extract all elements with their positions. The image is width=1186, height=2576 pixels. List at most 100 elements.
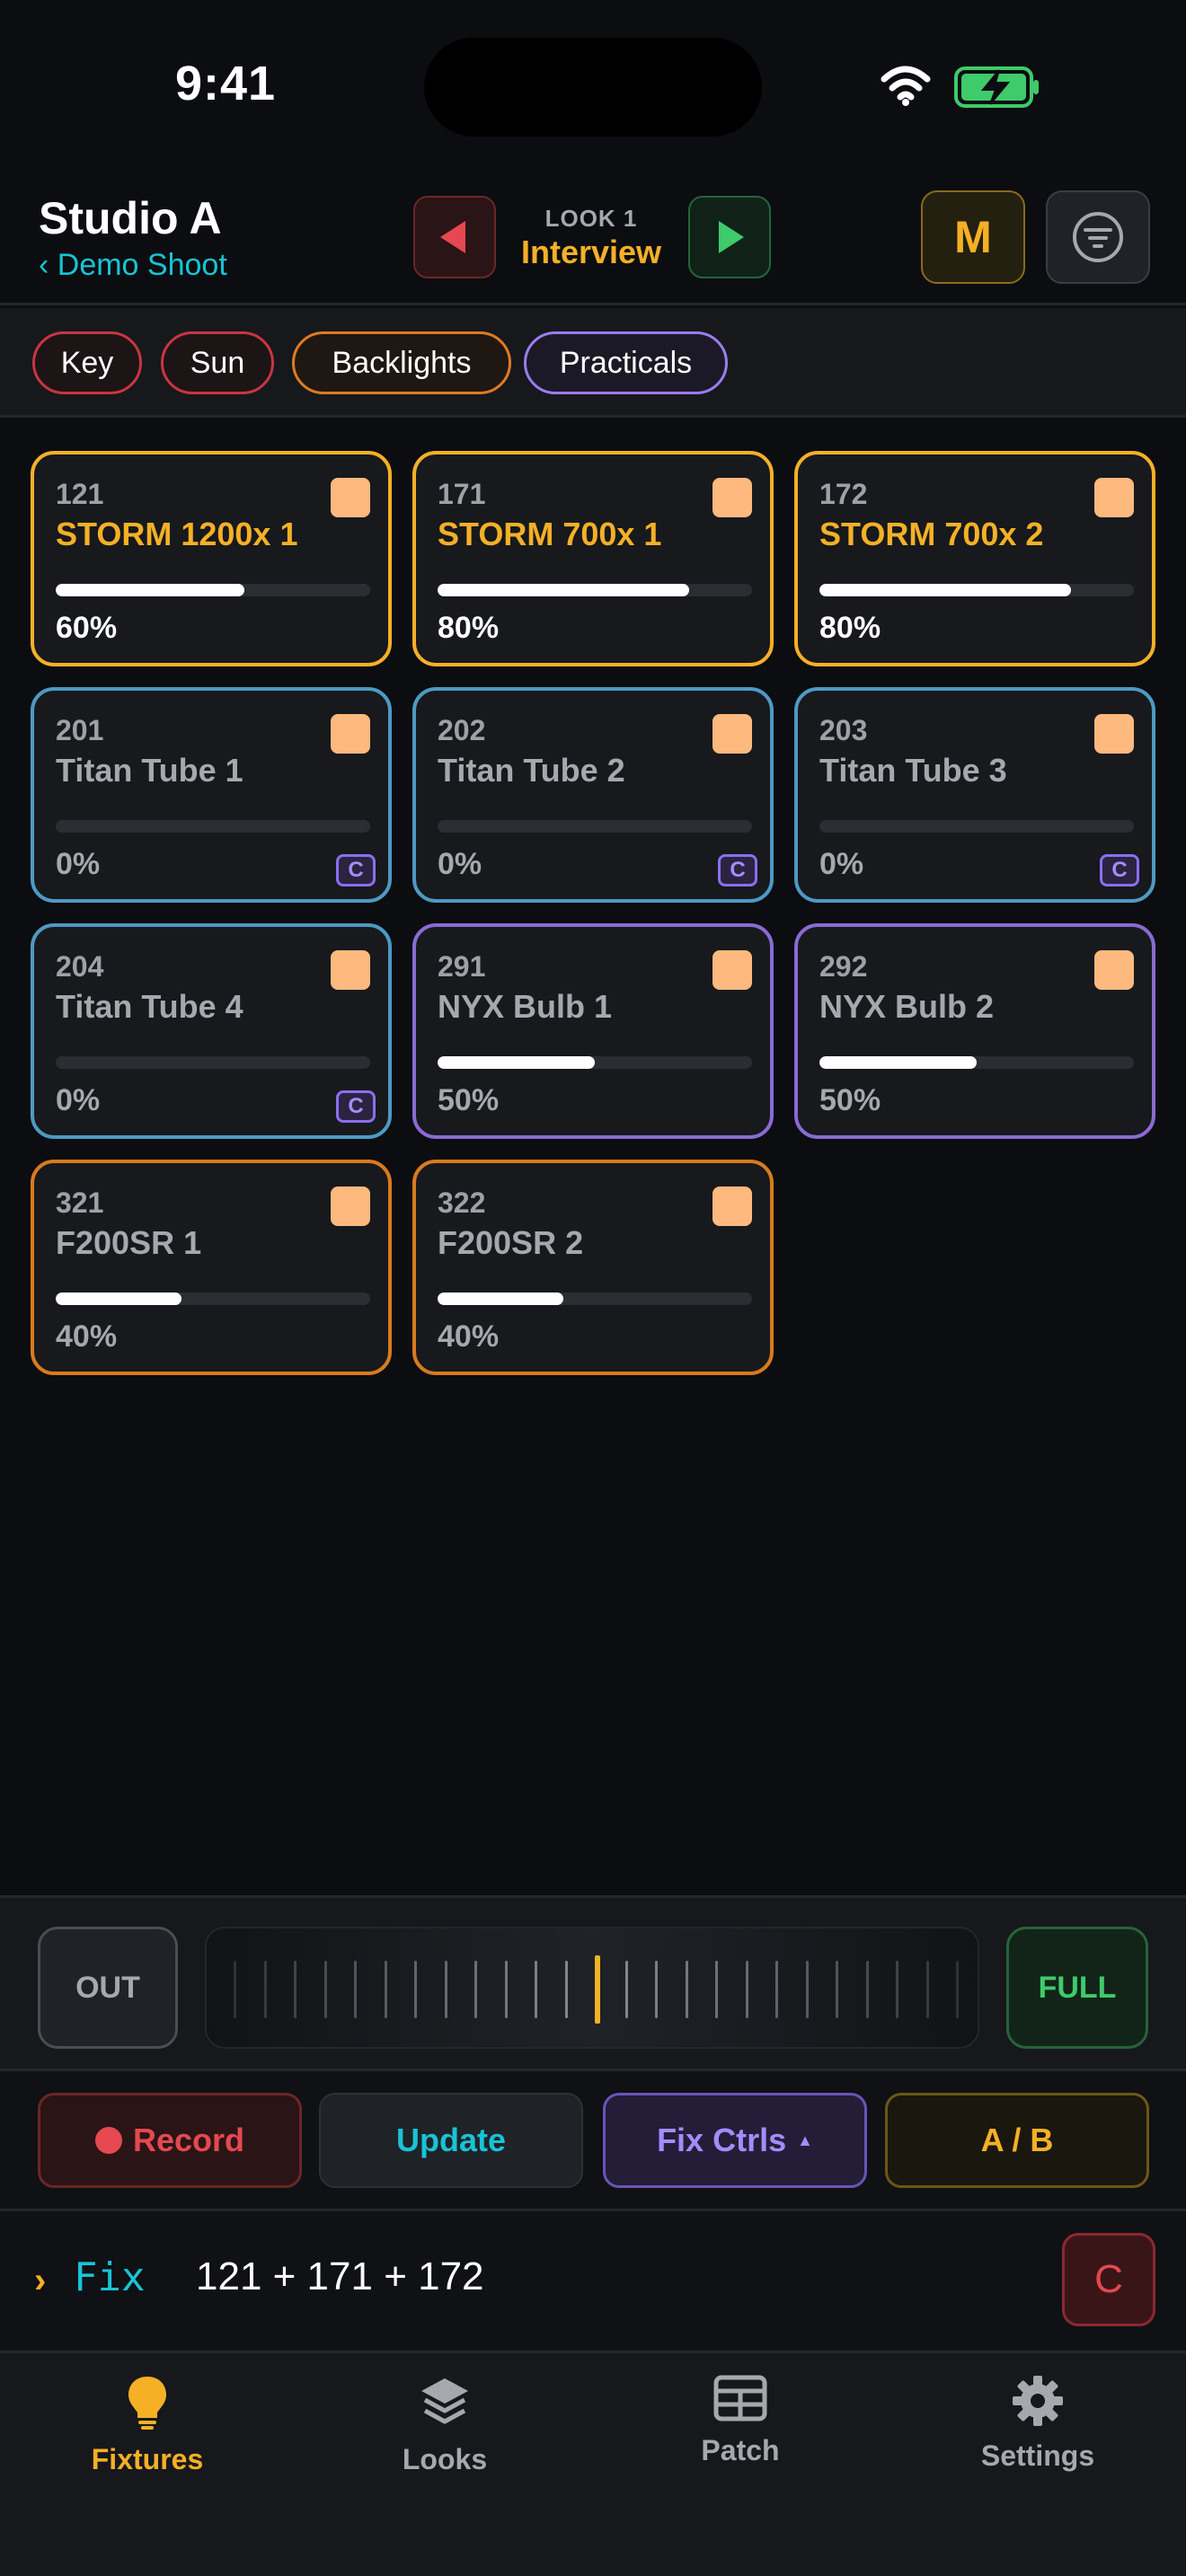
color-swatch[interactable]	[331, 1187, 370, 1226]
triangle-left-icon	[440, 221, 465, 253]
level-percent: 40%	[56, 1319, 118, 1354]
color-swatch[interactable]	[1094, 950, 1134, 990]
tab-bar: Fixtures Looks Patch Settings	[0, 2351, 1186, 2576]
next-look-button[interactable]	[688, 196, 771, 278]
wheel-tick	[655, 1961, 658, 2018]
wheel-tick	[384, 1961, 387, 2018]
color-swatch[interactable]	[1094, 714, 1134, 754]
fixture-number: 172	[819, 478, 868, 510]
fixture-card[interactable]: 172 STORM 700x 2 80%	[794, 451, 1155, 666]
group-chip-bar: Key Sun Backlights Practicals	[0, 308, 1186, 418]
group-chip-sun[interactable]: Sun	[161, 331, 274, 394]
fixture-name: STORM 1200x 1	[56, 516, 298, 552]
command-line[interactable]: › Fix 121 + 171 + 172 C	[0, 2211, 1186, 2351]
fixture-card[interactable]: 203 Titan Tube 3 0% C	[794, 687, 1155, 903]
level-bar-fill	[438, 1292, 563, 1305]
color-swatch[interactable]	[712, 478, 752, 517]
fixture-number: 204	[56, 950, 104, 983]
level-bar-fill	[56, 1292, 181, 1305]
level-bar-fill	[819, 584, 1071, 596]
fixture-name: STORM 700x 2	[819, 516, 1044, 552]
level-wheel[interactable]	[205, 1927, 979, 2049]
back-link-demo-shoot[interactable]: ‹ Demo Shoot	[39, 248, 227, 283]
wheel-tick	[294, 1961, 296, 2018]
record-dot-icon	[94, 2127, 122, 2154]
color-swatch[interactable]	[331, 950, 370, 990]
wheel-tick	[925, 1961, 929, 2018]
fixture-card[interactable]: 121 STORM 1200x 1 60%	[31, 451, 392, 666]
caret-up-icon: ▲	[797, 2130, 813, 2149]
color-swatch[interactable]	[712, 714, 752, 754]
fixture-card[interactable]: 291 NYX Bulb 1 50%	[412, 923, 774, 1139]
status-time: 9:41	[175, 57, 277, 110]
top-header: Studio A ‹ Demo Shoot LOOK 1 Interview M	[0, 169, 1186, 305]
color-swatch[interactable]	[331, 478, 370, 517]
color-swatch[interactable]	[712, 950, 752, 990]
level-bar-fill	[438, 1056, 595, 1069]
color-swatch[interactable]	[331, 714, 370, 754]
fixture-number: 321	[56, 1187, 104, 1219]
color-mode-badge: C	[336, 1090, 376, 1123]
command-keyword: Fix	[74, 2254, 146, 2300]
layers-icon	[421, 2378, 468, 2424]
clear-command-button[interactable]: C	[1062, 2233, 1155, 2326]
wheel-tick	[535, 1961, 537, 2018]
wheel-center-indicator	[595, 1955, 600, 2024]
battery-charging-icon	[954, 66, 1039, 108]
level-percent: 80%	[819, 611, 881, 645]
update-button[interactable]: Update	[319, 2093, 583, 2188]
wheel-tick	[354, 1961, 357, 2018]
master-fader-area: OUT FULL	[0, 1895, 1186, 2071]
record-label: Record	[132, 2122, 245, 2158]
wifi-icon	[881, 66, 931, 106]
level-bar	[56, 1056, 370, 1069]
level-percent: 80%	[438, 611, 500, 645]
fixture-card[interactable]: 201 Titan Tube 1 0% C	[31, 687, 392, 903]
fixture-name: Titan Tube 4	[56, 988, 243, 1025]
fixture-card[interactable]: 321 F200SR 1 40%	[31, 1160, 392, 1375]
fix-ctrls-button[interactable]: Fix Ctrls ▲	[603, 2093, 867, 2188]
level-bar	[438, 584, 752, 596]
master-button[interactable]: M	[921, 190, 1025, 284]
fixture-name: Titan Tube 3	[819, 752, 1007, 789]
a-b-button[interactable]: A / B	[885, 2093, 1149, 2188]
level-percent: 0%	[438, 847, 482, 881]
fixture-card[interactable]: 322 F200SR 2 40%	[412, 1160, 774, 1375]
fixture-name: NYX Bulb 1	[438, 988, 613, 1025]
full-button[interactable]: FULL	[1006, 1927, 1148, 2049]
color-swatch[interactable]	[1094, 478, 1134, 517]
level-bar-fill	[438, 584, 689, 596]
level-bar	[56, 820, 370, 833]
fixture-card[interactable]: 204 Titan Tube 4 0% C	[31, 923, 392, 1139]
level-bar	[438, 1056, 752, 1069]
fixture-name: F200SR 2	[438, 1224, 584, 1261]
studio-title: Studio A	[39, 193, 222, 243]
fixture-card[interactable]: 171 STORM 700x 1 80%	[412, 451, 774, 666]
level-percent: 50%	[819, 1083, 881, 1117]
record-button[interactable]: Record	[38, 2093, 302, 2188]
tab-looks[interactable]: Looks	[337, 2375, 553, 2476]
wheel-tick	[624, 1961, 628, 2018]
color-swatch[interactable]	[712, 1187, 752, 1226]
group-chip-practicals[interactable]: Practicals	[524, 331, 728, 394]
level-percent: 60%	[56, 611, 118, 645]
wheel-tick	[564, 1961, 568, 2018]
level-bar	[819, 820, 1134, 833]
group-chip-key[interactable]: Key	[32, 331, 142, 394]
out-button[interactable]: OUT	[38, 1927, 178, 2049]
fixture-card[interactable]: 202 Titan Tube 2 0% C	[412, 687, 774, 903]
fixture-name: STORM 700x 1	[438, 516, 662, 552]
fixture-card[interactable]: 292 NYX Bulb 2 50%	[794, 923, 1155, 1139]
filter-icon	[1073, 212, 1123, 262]
tab-fixtures[interactable]: Fixtures	[40, 2375, 255, 2476]
wheel-tick	[775, 1961, 778, 2018]
previous-look-button[interactable]	[413, 196, 496, 278]
color-mode-badge: C	[1100, 854, 1139, 887]
wheel-tick	[745, 1961, 748, 2018]
tab-patch[interactable]: Patch	[633, 2375, 848, 2467]
wheel-tick	[504, 1961, 508, 2018]
group-chip-backlights[interactable]: Backlights	[292, 331, 511, 394]
tab-settings[interactable]: Settings	[930, 2375, 1146, 2473]
wheel-tick	[414, 1961, 417, 2018]
filter-button[interactable]	[1046, 190, 1150, 284]
